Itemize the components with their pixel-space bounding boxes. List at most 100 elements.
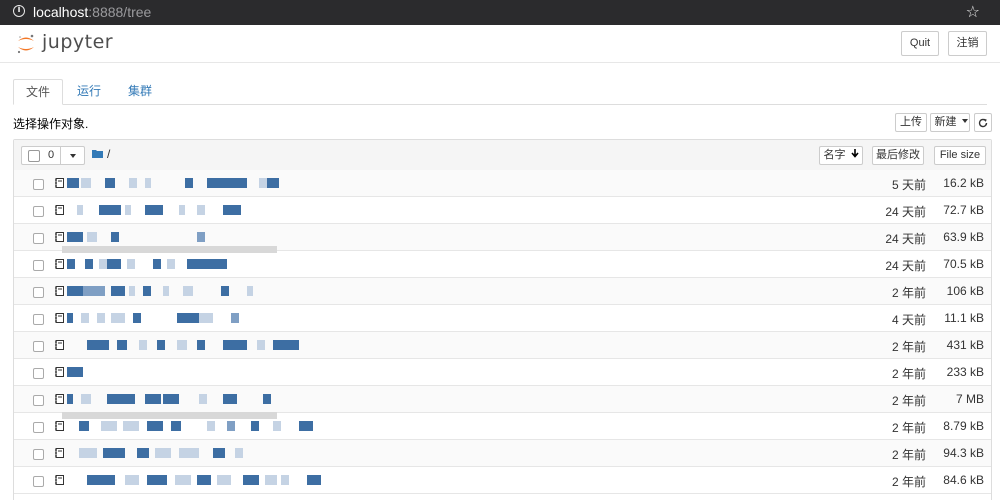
url-path: :8888/tree [88, 4, 152, 20]
selection-hint: 选择操作对象. [13, 117, 89, 131]
row-checkbox[interactable] [33, 179, 44, 190]
notebook-icon [55, 448, 64, 458]
row-checkbox[interactable] [33, 476, 44, 487]
notebook-icon [55, 421, 64, 431]
folder-icon[interactable] [92, 149, 103, 158]
last-modified: 24 天前 [885, 259, 926, 273]
obscured-file-name[interactable] [67, 178, 327, 189]
file-row[interactable]: 2 年前 7 MB [14, 386, 991, 413]
file-size: 7 MB [955, 392, 984, 406]
row-checkbox[interactable] [33, 314, 44, 325]
obscured-file-name[interactable] [67, 421, 327, 432]
row-checkbox[interactable] [33, 287, 44, 298]
row-checkbox[interactable] [33, 260, 44, 271]
obscured-file-name[interactable] [67, 394, 327, 405]
file-row[interactable]: 2 年前 84.6 kB [14, 467, 991, 494]
obscured-file-name[interactable] [67, 232, 327, 243]
last-modified: 2 年前 [891, 394, 926, 408]
breadcrumb-root[interactable]: / [107, 147, 110, 161]
tab-clusters[interactable]: 集群 [117, 79, 163, 104]
file-size: 233 kB [946, 365, 984, 379]
browser-address-bar[interactable]: i localhost:8888/tree ☆ [0, 0, 1000, 25]
sort-by-name-button[interactable]: 名字 [819, 146, 863, 165]
obscured-file-name[interactable] [67, 448, 327, 459]
logout-button[interactable]: 注销 [948, 31, 987, 56]
refresh-icon [978, 118, 988, 128]
obscured-file-name[interactable] [67, 475, 327, 486]
jupyter-logo-icon [17, 34, 34, 54]
file-row[interactable]: 24 天前 70.5 kB [14, 251, 991, 278]
new-dropdown-button[interactable]: 新建 [930, 113, 970, 132]
tab-running[interactable]: 运行 [66, 79, 112, 104]
file-row[interactable]: 2 年前 431 kB [14, 332, 991, 359]
notebook-icon [55, 178, 64, 188]
file-size: 11.1 kB [944, 311, 984, 325]
notebook-icon [55, 367, 64, 377]
selection-menu-button[interactable] [61, 146, 85, 165]
notebook-icon [55, 340, 64, 350]
file-size: 70.5 kB [943, 257, 984, 271]
file-row[interactable]: 24 天前 72.7 kB [14, 197, 991, 224]
row-checkbox[interactable] [33, 368, 44, 379]
last-modified: 2 年前 [891, 421, 926, 435]
refresh-button[interactable] [974, 113, 992, 132]
row-checkbox[interactable] [33, 449, 44, 460]
row-checkbox[interactable] [33, 395, 44, 406]
file-size: 94.3 kB [943, 446, 984, 460]
sort-name-label: 名字 [823, 149, 846, 161]
quit-button[interactable]: Quit [901, 31, 939, 56]
tab-bar: 文件 运行 集群 [13, 79, 987, 105]
sort-by-modified-button[interactable]: 最后修改 [872, 146, 924, 165]
chevron-down-icon [961, 119, 968, 123]
row-checkbox[interactable] [33, 206, 44, 217]
file-row[interactable]: 4 天前 11.1 kB [14, 305, 991, 332]
sort-by-size-button[interactable]: File size [934, 146, 986, 165]
file-size: 431 kB [946, 338, 984, 352]
select-all-checkbox[interactable] [28, 150, 40, 162]
last-modified: 24 天前 [885, 232, 926, 246]
last-modified: 2 年前 [891, 340, 926, 354]
file-row[interactable]: 2 年前 106 kB [14, 278, 991, 305]
file-row[interactable]: 2 年前 233 kB [14, 359, 991, 386]
url-host: localhost [33, 4, 89, 20]
file-size: 106 kB [946, 284, 984, 298]
obscured-file-name[interactable] [67, 286, 327, 297]
notebook-icon [55, 232, 64, 242]
file-row[interactable]: 2 年前 94.3 kB [14, 440, 991, 467]
last-modified: 5 天前 [891, 178, 926, 192]
jupyter-header: jupyter Quit 注销 [0, 25, 1000, 63]
last-modified: 2 年前 [891, 286, 926, 300]
file-rows: 5 天前 16.2 kB 24 天前 72.7 kB 24 天前 63.9 kB 24 天前… [14, 170, 991, 494]
row-checkbox[interactable] [33, 422, 44, 433]
select-all-button[interactable]: 0 [21, 146, 61, 165]
last-modified: 2 年前 [891, 367, 926, 381]
file-row[interactable]: 5 天前 16.2 kB [14, 170, 991, 197]
file-size: 16.2 kB [943, 176, 984, 190]
file-size: 84.6 kB [943, 473, 984, 487]
row-checkbox[interactable] [33, 341, 44, 352]
logo-text: jupyter [42, 31, 114, 53]
arrow-down-icon [850, 149, 859, 158]
file-size: 72.7 kB [943, 203, 984, 217]
bookmark-star-icon[interactable]: ☆ [966, 2, 980, 21]
notebook-icon [55, 286, 64, 296]
row-checkbox[interactable] [33, 233, 44, 244]
obscured-file-name[interactable] [67, 205, 327, 216]
file-list-panel: 0 / 名字 最后修改 File size 5 天前 16.2 kB 24 天前 72… [13, 139, 992, 500]
redaction-smear [62, 246, 277, 253]
obscured-file-name[interactable] [67, 367, 327, 378]
notebook-icon [55, 313, 64, 323]
redaction-smear [62, 412, 277, 419]
info-icon[interactable]: i [13, 5, 25, 17]
last-modified: 2 年前 [891, 448, 926, 462]
chevron-down-icon [70, 154, 76, 158]
last-modified: 2 年前 [891, 475, 926, 489]
file-list-header: 0 / 名字 最后修改 File size [14, 140, 991, 171]
obscured-file-name[interactable] [67, 313, 327, 324]
obscured-file-name[interactable] [67, 340, 327, 351]
url-text[interactable]: localhost:8888/tree [33, 4, 151, 20]
tab-files[interactable]: 文件 [13, 79, 63, 105]
obscured-file-name[interactable] [67, 259, 327, 270]
notebook-icon [55, 205, 64, 215]
upload-button[interactable]: 上传 [895, 113, 927, 132]
